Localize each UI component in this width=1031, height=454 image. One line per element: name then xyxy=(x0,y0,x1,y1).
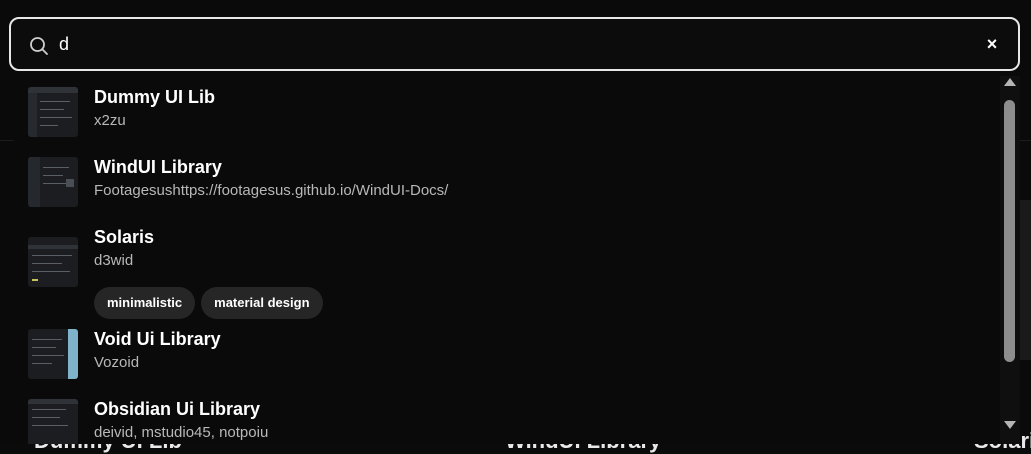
search-input[interactable] xyxy=(59,29,959,59)
scrollbar-thumb[interactable] xyxy=(1004,100,1015,362)
search-result-item[interactable]: Dummy UI Lib x2zu xyxy=(14,87,999,147)
search-icon xyxy=(30,37,48,55)
search-result-item[interactable]: Obsidian Ui Library deivid, mstudio45, n… xyxy=(14,399,999,444)
result-title: Solaris xyxy=(94,227,155,247)
result-thumbnail xyxy=(28,329,78,379)
result-author: Footagesushttps://footagesus.github.io/W… xyxy=(94,182,449,199)
tag-chip[interactable]: material design xyxy=(201,287,323,319)
clear-search-button[interactable]: × xyxy=(982,34,1002,54)
scroll-down-arrow-icon[interactable] xyxy=(1004,421,1016,429)
search-result-item[interactable]: WindUI Library Footagesushttps://footage… xyxy=(14,157,999,217)
result-thumbnail xyxy=(28,399,78,444)
search-result-item[interactable]: Void Ui Library Vozoid xyxy=(14,329,999,389)
result-thumbnail xyxy=(28,87,78,137)
result-author: x2zu xyxy=(94,112,126,129)
results-scrollbar[interactable] xyxy=(1000,76,1020,444)
result-thumbnail xyxy=(28,157,78,207)
result-tags: minimalistic material design xyxy=(94,287,323,319)
tag-chip[interactable]: minimalistic xyxy=(94,287,196,319)
result-author: Vozoid xyxy=(94,354,140,371)
result-title: WindUI Library xyxy=(94,157,222,177)
result-title: Dummy UI Lib xyxy=(94,87,216,107)
result-thumbnail xyxy=(28,237,78,287)
search-result-item[interactable]: Solaris d3wid minimalistic material desi… xyxy=(14,227,999,327)
search-results-dropdown: Dummy UI Lib x2zu WindUI Library Footage… xyxy=(14,76,1020,444)
search-box: × xyxy=(9,17,1020,71)
result-author: d3wid xyxy=(94,252,134,269)
result-author: deivid, mstudio45, notpoiu xyxy=(94,424,269,441)
result-title: Obsidian Ui Library xyxy=(94,399,261,419)
scroll-up-arrow-icon[interactable] xyxy=(1004,78,1016,86)
result-title: Void Ui Library xyxy=(94,329,221,349)
